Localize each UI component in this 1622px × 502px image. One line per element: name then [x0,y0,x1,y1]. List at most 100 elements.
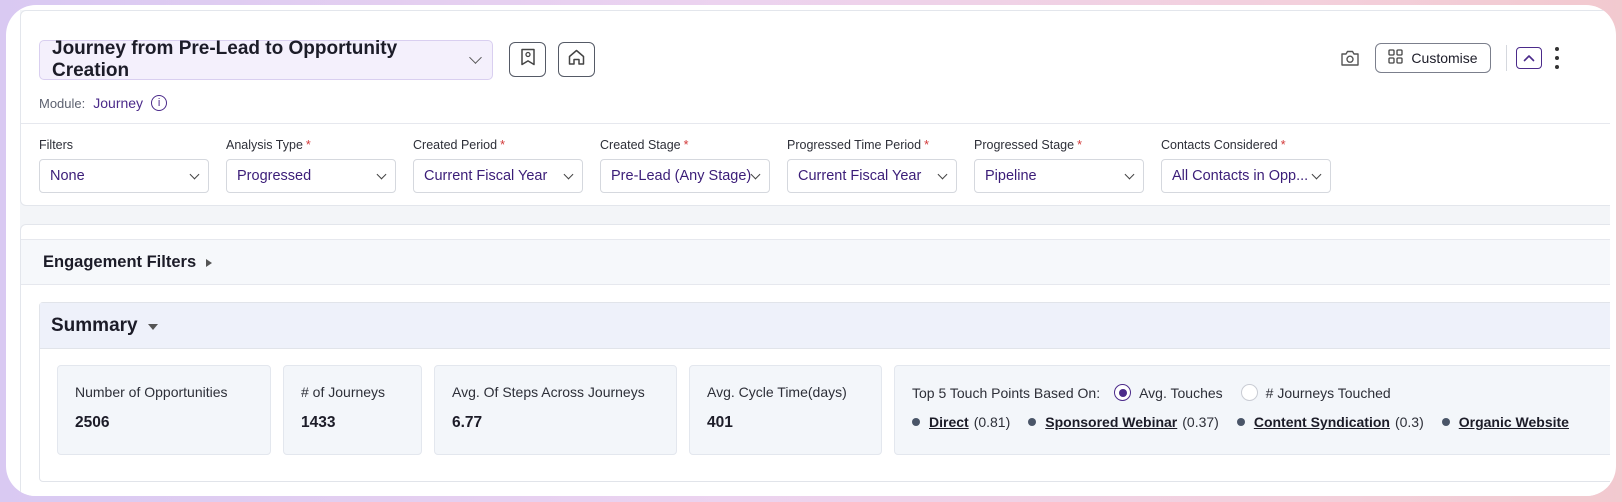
touch-points-list: Direct (0.81) Sponsored Webinar (0.37) C… [912,414,1610,430]
touch-point-item: Content Syndication (0.3) [1236,414,1424,430]
bullet-icon [1441,418,1450,426]
toolbar-divider [1506,45,1507,71]
top-touch-points-card: Top 5 Touch Points Based On: Avg. Touche… [894,365,1610,455]
filter-contacts-considered: Contacts Considered * All Contacts in Opp… [1161,138,1331,193]
bullet-icon [1236,418,1245,426]
filter-created-stage: Created Stage * Pre-Lead (Any Stage) [600,138,770,193]
customise-button[interactable]: Customise [1375,43,1491,73]
filter-label: Progressed Time Period * [787,138,929,152]
touch-point-link[interactable]: Organic Website [1459,414,1569,430]
bullet-icon [912,418,920,426]
metric-card-avg-steps: Avg. Of Steps Across Journeys 6.77 [434,365,677,455]
avg-touches-label[interactable]: Avg. Touches [1139,385,1223,401]
filter-value: Current Fiscal Year [424,168,548,184]
contacts-considered-dropdown[interactable]: All Contacts in Opp... [1161,159,1331,193]
filter-label: Filters [39,138,74,152]
engagement-filters-title: Engagement Filters [43,252,197,271]
engagement-filters-toggle[interactable]: Engagement Filters [21,239,1610,285]
filter-progressed-stage: Progressed Stage * Pipeline [974,138,1144,193]
created-period-dropdown[interactable]: Current Fiscal Year [413,159,583,193]
filter-filters: Filters None [39,138,209,193]
touch-points-basis: Top 5 Touch Points Based On: Avg. Touche… [912,384,1610,401]
filter-label: Contacts Considered * [1161,138,1286,152]
report-body-card: Engagement Filters Summary Number of Opp… [20,224,1610,496]
filter-label: Created Stage * [600,138,689,152]
metric-label: Number of Opportunities [75,384,228,400]
module-value: Journey [93,95,144,111]
metric-card-avg-cycle-time: Avg. Cycle Time(days) 401 [689,365,882,455]
filter-created-period: Created Period * Current Fiscal Year [413,138,583,193]
touch-point-link[interactable]: Direct [929,414,969,430]
filter-analysis-type: Analysis Type * Progressed [226,138,396,193]
touch-point-count: (0.81) [973,414,1011,430]
filter-label: Created Period * [413,138,505,152]
touch-point-link[interactable]: Content Syndication [1254,414,1390,430]
more-icon[interactable] [1555,47,1559,69]
progressed-stage-dropdown[interactable]: Pipeline [974,159,1144,193]
chevron-down-icon [469,51,482,64]
home-icon [568,49,585,70]
metric-value: 1433 [301,414,336,431]
customise-label: Customise [1411,50,1478,66]
metric-card-opportunities: Number of Opportunities 2506 [57,365,271,455]
filter-value: Current Fiscal Year [798,168,922,184]
home-button[interactable] [558,42,595,77]
camera-icon[interactable] [1340,49,1360,67]
journeys-touched-radio[interactable] [1240,384,1258,401]
filter-label: Progressed Stage * [974,138,1082,152]
info-icon[interactable]: i [151,95,168,111]
filters-dropdown[interactable]: None [39,159,209,193]
chevron-down-icon [1124,169,1135,179]
grid-icon [1388,49,1404,67]
bookmark-button[interactable] [509,42,546,77]
metric-label: Avg. Of Steps Across Journeys [452,384,645,400]
summary-panel: Summary Number of Opportunities 2506 # o… [39,302,1610,482]
module-info: Module: Journey i [39,95,168,111]
metric-card-journeys: # of Journeys 1433 [283,365,422,455]
chevron-down-icon [376,169,387,179]
app-frame: Journey from Pre-Lead to Opportunity Cre… [6,5,1616,496]
filter-progressed-time-period: Progressed Time Period * Current Fiscal Y… [787,138,957,193]
created-stage-dropdown[interactable]: Pre-Lead (Any Stage) [600,159,770,193]
metric-label: # of Journeys [301,384,386,400]
touch-point-count: (0.3) [1394,414,1424,430]
module-label: Module: [39,95,86,111]
touch-point-item: Organic Website [1441,414,1569,430]
chevron-down-icon [750,169,761,179]
chevron-down-icon [1311,169,1322,179]
touch-point-item: Sponsored Webinar (0.37) [1028,414,1219,430]
bullet-icon [1028,418,1037,426]
summary-toggle[interactable]: Summary [40,303,1610,349]
filter-value: None [50,168,85,184]
avg-touches-radio[interactable] [1114,384,1132,401]
report-title-dropdown[interactable]: Journey from Pre-Lead to Opportunity Cre… [39,38,493,81]
metric-value: 401 [707,414,733,431]
filter-value: Pre-Lead (Any Stage) [611,168,752,184]
summary-title: Summary [51,314,138,336]
caret-right-icon [206,258,213,267]
touch-point-link[interactable]: Sponsored Webinar [1045,414,1177,430]
collapse-button[interactable] [1516,47,1542,69]
bookmark-icon [520,48,536,71]
touch-point-count: (0.37) [1182,414,1219,430]
progressed-time-period-dropdown[interactable]: Current Fiscal Year [787,159,957,193]
filter-label: Analysis Type * [226,138,311,152]
touch-point-item: Direct (0.81) [912,414,1010,430]
report-header-card: Journey from Pre-Lead to Opportunity Cre… [20,10,1610,206]
analysis-type-dropdown[interactable]: Progressed [226,159,396,193]
metric-value: 2506 [75,414,110,431]
chevron-down-icon [189,169,200,179]
header-divider [21,123,1610,124]
chevron-down-icon [937,169,948,179]
filter-value: Pipeline [985,168,1037,184]
chevron-down-icon [563,169,574,179]
filter-value: Progressed [237,168,312,184]
app-canvas: Journey from Pre-Lead to Opportunity Cre… [20,10,1610,496]
touch-points-label: Top 5 Touch Points Based On: [912,384,1101,401]
collapse-icon [1523,49,1535,67]
metric-value: 6.77 [452,414,483,431]
report-title: Journey from Pre-Lead to Opportunity Cre… [52,38,398,81]
journeys-touched-label[interactable]: # Journeys Touched [1266,385,1391,401]
caret-down-icon [147,323,158,330]
metric-label: Avg. Cycle Time(days) [707,384,847,400]
